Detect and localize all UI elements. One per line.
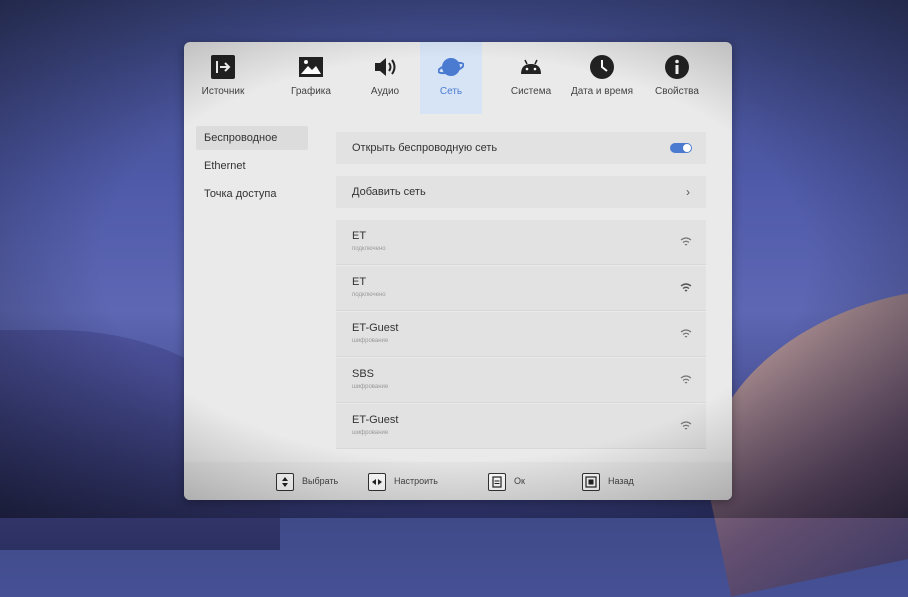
wifi-lock-icon <box>680 237 692 246</box>
wifi-lock-icon <box>680 329 692 338</box>
network-sidebar: Беспроводное Ethernet Точка доступа <box>196 126 308 210</box>
network-status: подключено <box>352 292 386 298</box>
network-status: шифрование <box>352 384 389 390</box>
wifi-icon <box>680 283 692 292</box>
tab-datetime[interactable]: Дата и время <box>564 42 640 114</box>
wireless-toggle[interactable] <box>670 143 692 153</box>
source-input-icon <box>211 55 235 79</box>
network-item[interactable]: ET подключено <box>336 220 706 265</box>
network-list: ET подключено ET подключено ET-Guest шиф… <box>336 220 706 449</box>
tab-properties[interactable]: Свойства <box>646 42 708 114</box>
tab-label: Графика <box>291 86 331 97</box>
network-item[interactable]: ET подключено <box>336 266 706 311</box>
tab-label: Свойства <box>655 86 699 97</box>
left-right-key-icon <box>368 472 386 491</box>
hint-back: Назад <box>582 472 634 491</box>
network-ssid: ET-Guest <box>352 322 399 334</box>
chevron-right-icon: › <box>686 185 690 199</box>
hint-ok: Ок <box>488 472 525 491</box>
back-key-icon <box>582 472 600 491</box>
hint-adjust-label: Настроить <box>394 476 438 486</box>
tab-label: Аудио <box>370 86 400 97</box>
tab-source[interactable]: Источник <box>194 42 252 114</box>
network-ssid: SBS <box>352 368 375 380</box>
clock-icon <box>590 55 614 79</box>
tab-label: Система <box>510 86 552 97</box>
hint-select: Выбрать <box>276 472 339 491</box>
network-item[interactable]: SBS шифрование <box>336 358 706 403</box>
info-icon <box>665 55 689 79</box>
hint-select-label: Выбрать <box>302 476 339 486</box>
ok-key-icon <box>488 472 506 491</box>
network-ssid: ET <box>352 230 367 242</box>
settings-panel: Источник Графика Аудио Сеть Система Дата… <box>184 42 732 500</box>
network-item[interactable]: ET-Guest шифрование <box>336 312 706 357</box>
network-status: подключено <box>352 246 386 252</box>
tab-label: Сеть <box>439 86 463 97</box>
network-item[interactable]: ET-Guest шифрование <box>336 404 706 449</box>
planet-network-icon <box>438 58 464 76</box>
tab-picture[interactable]: Графика <box>282 42 340 114</box>
hint-back-label: Назад <box>608 476 634 486</box>
tab-system[interactable]: Система <box>502 42 560 114</box>
wireless-content: Открыть беспроводную сеть Добавить сеть … <box>336 132 706 450</box>
hint-ok-label: Ок <box>514 476 525 486</box>
wifi-lock-icon <box>680 421 692 430</box>
tab-network[interactable]: Сеть <box>420 42 482 114</box>
tab-label: Источник <box>201 86 245 97</box>
add-network-row[interactable]: Добавить сеть › <box>336 176 706 208</box>
sidebar-item-hotspot[interactable]: Точка доступа <box>196 182 308 206</box>
open-wireless-label: Открыть беспроводную сеть <box>352 142 498 154</box>
network-ssid: ET <box>352 276 367 288</box>
settings-tabs: Источник Графика Аудио Сеть Система Дата… <box>184 42 732 118</box>
android-icon <box>521 59 541 74</box>
tab-label: Дата и время <box>570 86 633 97</box>
sidebar-item-wireless[interactable]: Беспроводное <box>196 126 308 150</box>
up-down-key-icon <box>276 472 294 491</box>
network-status: шифрование <box>352 338 389 344</box>
network-status: шифрование <box>352 430 389 436</box>
wifi-lock-icon <box>680 375 692 384</box>
network-ssid: ET-Guest <box>352 414 399 426</box>
tab-audio[interactable]: Аудио <box>356 42 414 114</box>
hint-adjust: Настроить <box>368 472 438 491</box>
picture-icon <box>299 57 323 77</box>
speaker-icon <box>375 58 396 76</box>
sidebar-item-ethernet[interactable]: Ethernet <box>196 154 308 178</box>
open-wireless-row[interactable]: Открыть беспроводную сеть <box>336 132 706 164</box>
add-network-label: Добавить сеть <box>352 186 426 198</box>
remote-key-hints: Выбрать Настроить Ок Назад <box>184 462 732 500</box>
